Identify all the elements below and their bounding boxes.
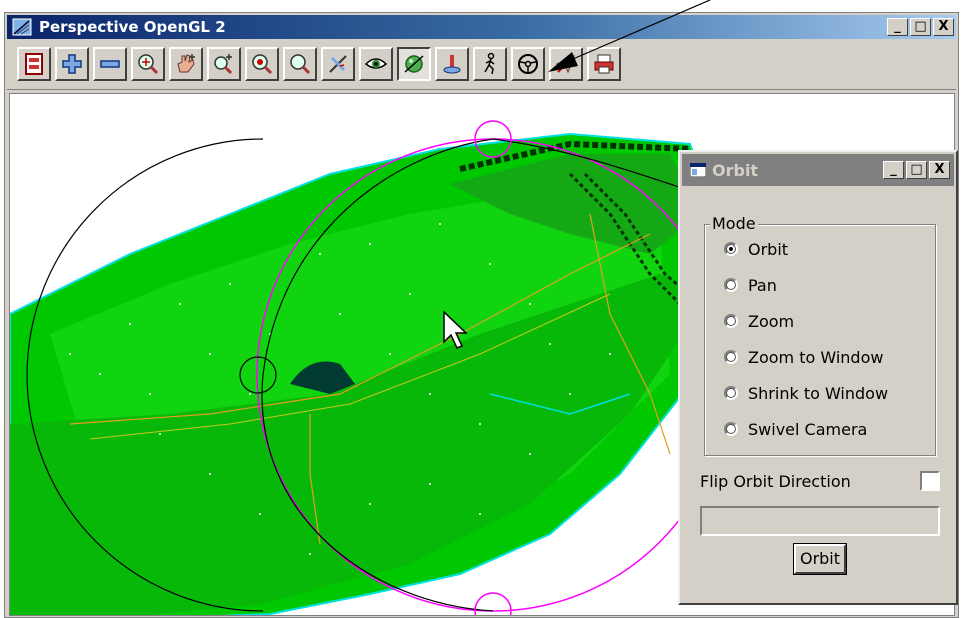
add-icon [62,54,82,74]
status-field [700,506,940,536]
mode-group-label: Mode [710,214,758,233]
mode-option-label: Orbit [748,239,789,259]
zoom-center-button[interactable] [245,47,279,81]
zoom-extent-button[interactable] [131,47,165,81]
radio-pan[interactable] [724,278,738,292]
mode-option-label: Pan [748,275,777,295]
remove-button[interactable] [93,47,127,81]
zoom-center-icon [252,54,273,75]
radio-orbit[interactable] [724,242,738,256]
joystick-button[interactable] [435,47,469,81]
eye-view-button[interactable] [359,47,393,81]
pan-hand-icon [177,54,195,73]
print-button[interactable] [587,47,621,81]
eye-view-icon [364,58,388,69]
measure-icon [329,55,347,73]
steering-button[interactable] [511,47,545,81]
zoom-in-icon [214,54,233,75]
window-title: Perspective OpenGL 2 [39,18,226,36]
mode-option-orbit[interactable]: Orbit [724,238,788,260]
orbit-dialog-title: Orbit [712,161,759,180]
close-button[interactable]: X [933,18,954,36]
orbit-sphere-icon [404,55,424,73]
dialog-maximize-button[interactable]: □ [906,161,927,179]
walk-icon [484,52,495,75]
mode-option-zoom[interactable]: Zoom [724,310,794,332]
remove-icon [100,60,120,68]
flip-orbit-direction-label: Flip Orbit Direction [700,472,851,491]
fly-icon [555,55,575,74]
minimize-button[interactable]: _ [887,18,908,36]
orbit-apply-button[interactable]: Orbit [793,543,847,575]
mode-option-pan[interactable]: Pan [724,274,777,296]
add-button[interactable] [55,47,89,81]
zoom-icon [290,54,311,75]
mode-option-label: Zoom [748,311,795,331]
steering-wheel-icon [518,54,538,74]
fly-button[interactable] [549,47,583,81]
orbit-dialog-titlebar[interactable]: Orbit _ □ X [682,154,954,186]
radio-zoom[interactable] [724,314,738,328]
radio-shrink-to-window[interactable] [724,386,738,400]
radio-swivel-camera[interactable] [724,422,738,436]
view-toolbar [7,41,956,90]
opengl-view-icon [12,18,32,36]
print-icon [594,54,614,74]
orbit-dialog: Orbit _ □ X Mode Orbit Pan Zoom Zoom to … [678,150,958,605]
dialog-minimize-button[interactable]: _ [883,161,904,179]
plot-view-icon [25,53,43,75]
maximize-button[interactable]: □ [910,18,931,36]
mode-option-label: Shrink to Window [748,383,889,403]
zoom-button[interactable] [283,47,317,81]
mode-option-shrink-to-window[interactable]: Shrink to Window [724,382,888,404]
orbit-handle-bottom[interactable] [474,592,512,616]
pan-button[interactable] [169,47,203,81]
mode-option-label: Swivel Camera [748,419,868,439]
orbit-button[interactable] [397,47,431,81]
radio-zoom-to-window[interactable] [724,350,738,364]
plot-view-button[interactable] [17,47,51,81]
zoom-in-button[interactable] [207,47,241,81]
orbit-window-icon [690,163,706,177]
mode-option-swivel-camera[interactable]: Swivel Camera [724,418,867,440]
mode-option-zoom-to-window[interactable]: Zoom to Window [724,346,883,368]
mode-option-label: Zoom to Window [748,347,884,367]
walk-button[interactable] [473,47,507,81]
zoom-extent-icon [138,54,159,75]
joystick-icon [443,55,461,74]
flip-orbit-direction-checkbox[interactable] [920,471,940,491]
window-titlebar[interactable]: Perspective OpenGL 2 _ □ X [7,15,956,39]
measure-button[interactable] [321,47,355,81]
dialog-close-button[interactable]: X [929,161,950,179]
